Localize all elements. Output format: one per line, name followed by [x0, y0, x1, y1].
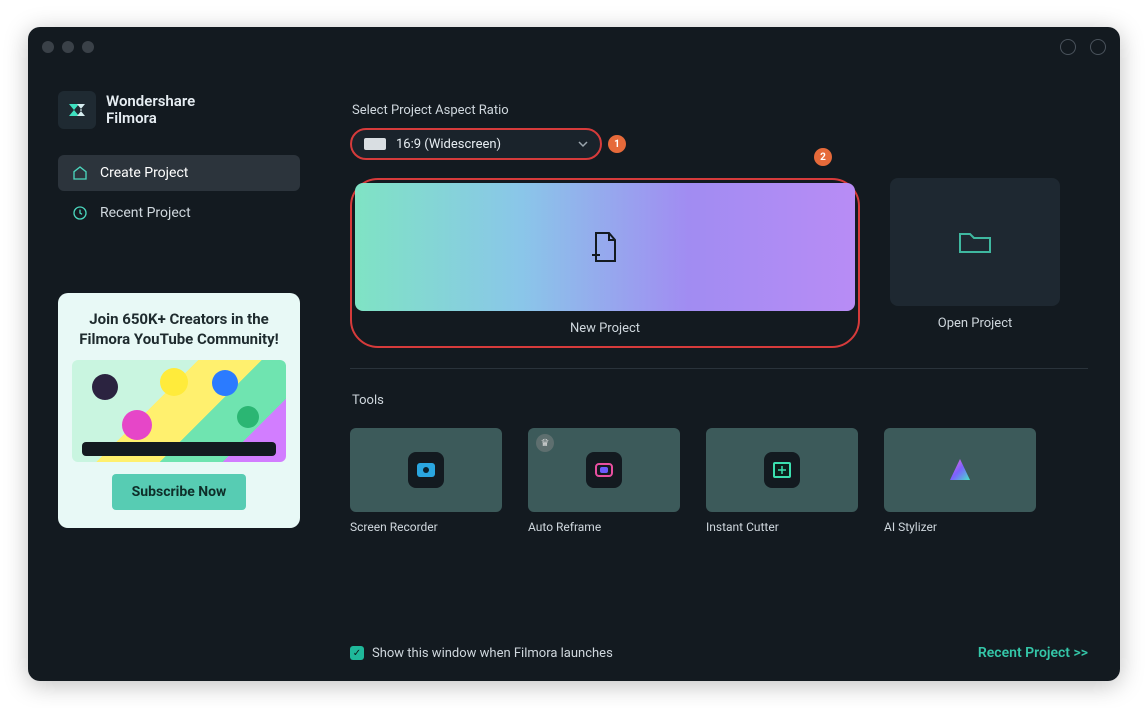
window-controls: [42, 41, 94, 53]
maximize-window-button[interactable]: [82, 41, 94, 53]
minimize-window-button[interactable]: [62, 41, 74, 53]
tools-grid: Screen Recorder ♛ Auto Reframe: [350, 428, 1088, 534]
tool-label: Screen Recorder: [350, 520, 502, 534]
aspect-ratio-dropdown[interactable]: 16:9 (Widescreen): [350, 128, 602, 160]
subscribe-button[interactable]: Subscribe Now: [112, 474, 247, 510]
premium-crown-icon: ♛: [536, 434, 554, 452]
recent-project-link[interactable]: Recent Project >>: [978, 645, 1088, 661]
main-panel: Select Project Aspect Ratio 16:9 (Widesc…: [318, 67, 1120, 681]
titlebar-right: [1060, 39, 1106, 55]
folder-icon: [958, 228, 992, 256]
brand-text: Wondershare Filmora: [106, 93, 195, 128]
sidebar-item-label: Recent Project: [100, 205, 191, 221]
aspect-thumb-icon: [364, 138, 386, 150]
footer: ✓ Show this window when Filmora launches…: [350, 629, 1088, 661]
app-window: Wondershare Filmora Create Project Recen…: [28, 27, 1120, 681]
tool-auto-reframe[interactable]: ♛: [528, 428, 680, 512]
brand: Wondershare Filmora: [58, 91, 300, 129]
titlebar: [28, 27, 1120, 67]
sidebar-item-create-project[interactable]: Create Project: [58, 155, 300, 191]
aspect-ratio-value: 16:9 (Widescreen): [396, 137, 501, 152]
new-file-icon: [591, 231, 619, 263]
chevron-down-icon: [578, 139, 588, 149]
tool-label: AI Stylizer: [884, 520, 1036, 534]
new-project-label: New Project: [355, 321, 855, 336]
account-icon[interactable]: [1090, 39, 1106, 55]
promo-card: Join 650K+ Creators in the Filmora YouTu…: [58, 293, 300, 528]
brand-line-1: Wondershare: [106, 93, 195, 110]
annotation-badge-2: 2: [814, 148, 832, 166]
annotation-badge-1: 1: [608, 135, 626, 153]
brand-line-2: Filmora: [106, 110, 195, 127]
ai-stylizer-icon: [942, 452, 978, 488]
screen-recorder-icon: [408, 452, 444, 488]
open-project-label: Open Project: [938, 316, 1013, 331]
clock-icon: [72, 205, 88, 221]
tool-label: Auto Reframe: [528, 520, 680, 534]
divider: [350, 368, 1088, 369]
promo-illustration: [72, 360, 286, 462]
tool-instant-cutter[interactable]: [706, 428, 858, 512]
tools-heading: Tools: [352, 393, 1088, 408]
promo-title: Join 650K+ Creators in the Filmora YouTu…: [72, 309, 286, 350]
close-window-button[interactable]: [42, 41, 54, 53]
new-project-card[interactable]: [355, 183, 855, 311]
tool-screen-recorder[interactable]: [350, 428, 502, 512]
brand-logo-icon: [58, 91, 96, 129]
show-on-launch-checkbox[interactable]: ✓: [350, 646, 364, 660]
instant-cutter-icon: [764, 452, 800, 488]
tool-label: Instant Cutter: [706, 520, 858, 534]
sidebar: Wondershare Filmora Create Project Recen…: [28, 67, 318, 681]
home-icon: [72, 165, 88, 181]
refresh-icon[interactable]: [1060, 39, 1076, 55]
new-project-annotation-outline: New Project: [350, 178, 860, 348]
tool-ai-stylizer[interactable]: [884, 428, 1036, 512]
show-on-launch-label: Show this window when Filmora launches: [372, 646, 613, 661]
auto-reframe-icon: [586, 452, 622, 488]
aspect-ratio-label: Select Project Aspect Ratio: [352, 103, 1088, 118]
sidebar-item-label: Create Project: [100, 165, 188, 181]
open-project-card[interactable]: [890, 178, 1060, 306]
sidebar-item-recent-project[interactable]: Recent Project: [58, 195, 300, 231]
